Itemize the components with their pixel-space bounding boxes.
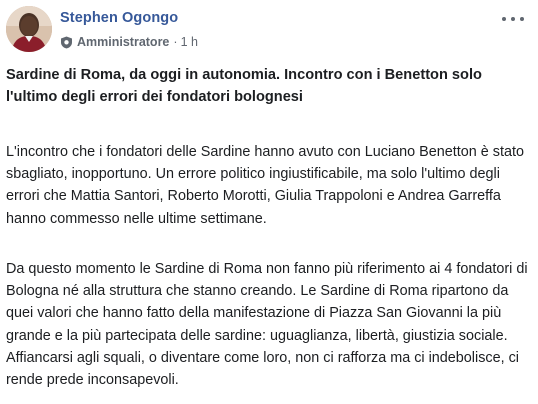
post-paragraph-2: Da questo momento le Sardine di Roma non…: [6, 261, 528, 389]
author-avatar[interactable]: [6, 6, 52, 52]
avatar-photo-icon: [6, 6, 52, 52]
meta-separator: ·: [173, 35, 178, 49]
post-meta: Amministratore · 1 h: [60, 35, 198, 49]
admin-shield-icon: [61, 36, 72, 48]
more-options-icon[interactable]: [502, 12, 524, 26]
post-header: Stephen Ogongo Amministratore · 1 h: [6, 6, 532, 56]
role-label: Amministratore: [77, 35, 170, 49]
post-paragraph-1: L'incontro che i fondatori delle Sardine…: [6, 144, 524, 227]
post-time[interactable]: 1 h: [181, 35, 198, 49]
author-name[interactable]: Stephen Ogongo: [60, 10, 178, 26]
post-title: Sardine di Roma, da oggi in autonomia. I…: [6, 67, 482, 105]
post-card: Stephen Ogongo Amministratore · 1 h Sard…: [0, 0, 538, 404]
